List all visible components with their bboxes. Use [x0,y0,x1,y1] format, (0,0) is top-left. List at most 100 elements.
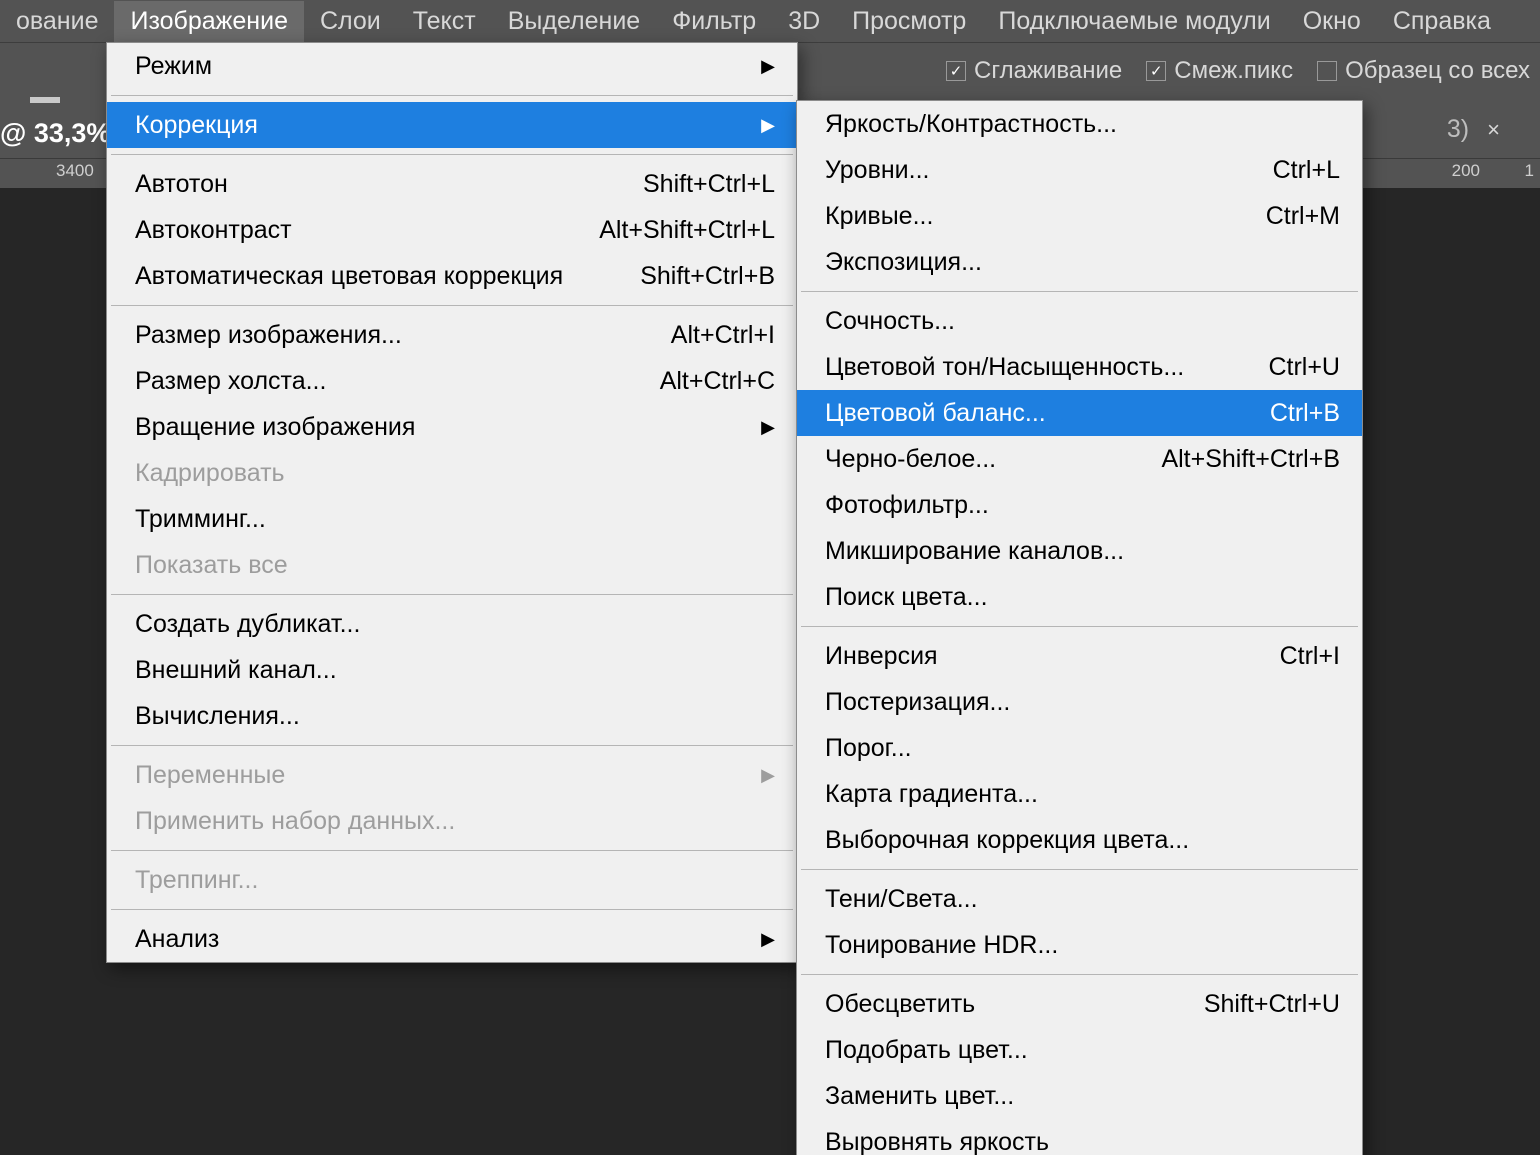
menu-item-label: Инверсия [825,642,1250,671]
menu-item[interactable]: Яркость/Контрастность... [797,101,1362,147]
menu-item[interactable]: АвтоконтрастAlt+Shift+Ctrl+L [107,207,797,253]
checkbox-antialias[interactable]: Сглаживание [946,57,1122,85]
menu-item-shortcut: Ctrl+I [1280,642,1340,671]
menu-item-3d[interactable]: 3D [772,1,836,42]
menu-item: Показать все [107,542,797,588]
menu-item[interactable]: Подобрать цвет... [797,1027,1362,1073]
menu-item-label: Экспозиция... [825,248,1340,277]
menu-item-label: Обесцветить [825,990,1174,1019]
menu-separator [801,869,1358,870]
menu-item-label: Автотон [135,170,613,199]
menu-separator [111,305,793,306]
menu-item-label: Уровни... [825,156,1243,185]
menubar: ование Изображение Слои Текст Выделение … [0,0,1540,42]
menu-item[interactable]: Инверсия Ctrl+I [797,633,1362,679]
menu-item-label: Выборочная коррекция цвета... [825,826,1340,855]
submenu-arrow-icon: ▶ [761,765,775,786]
menu-item[interactable]: Тонирование HDR... [797,922,1362,968]
menu-item[interactable]: Создать дубликат... [107,601,797,647]
menu-item-label: Цветовой баланс... [825,399,1240,428]
menu-separator [111,745,793,746]
document-tab-end: 3) [1447,115,1469,144]
menu-item-label: Заменить цвет... [825,1082,1340,1111]
menu-separator [111,154,793,155]
menu-item[interactable]: Выровнять яркость [797,1119,1362,1155]
menu-item-label: Внешний канал... [135,656,775,685]
menu-item[interactable]: Фотофильтр... [797,482,1362,528]
menu-item-view[interactable]: Просмотр [836,1,982,42]
menu-item: Переменные▶ [107,752,797,798]
menu-item[interactable]: Обесцветить Shift+Ctrl+U [797,981,1362,1027]
menu-item[interactable]: Экспозиция... [797,239,1362,285]
menu-item[interactable]: Постеризация... [797,679,1362,725]
menu-item-label: Вычисления... [135,702,775,731]
menu-item[interactable]: Коррекция▶ [107,102,797,148]
menu-item-image[interactable]: Изображение [114,1,303,42]
menu-item-filter[interactable]: Фильтр [656,1,772,42]
menu-item[interactable]: Порог... [797,725,1362,771]
menu-item-label: Постеризация... [825,688,1340,717]
menu-item-label: Сочность... [825,307,1340,336]
menu-item-label: Поиск цвета... [825,583,1340,612]
menu-item-shortcut: Shift+Ctrl+U [1204,990,1340,1019]
menu-item-shortcut: Ctrl+M [1266,202,1340,231]
menu-separator [111,850,793,851]
menu-item: Кадрировать [107,450,797,496]
menu-item-label: Цветовой тон/Насыщенность... [825,353,1238,382]
menu-item[interactable]: Выборочная коррекция цвета... [797,817,1362,863]
menu-item: Применить набор данных... [107,798,797,844]
menu-item-label: Анализ [135,925,741,954]
menu-separator [801,974,1358,975]
menu-item-label: Вращение изображения [135,413,741,442]
menu-item-label: Автоматическая цветовая коррекция [135,262,610,291]
menu-item-plugins[interactable]: Подключаемые модули [982,1,1286,42]
menu-item-label: Выровнять яркость [825,1128,1340,1155]
menu-item[interactable]: Размер изображения... Alt+Ctrl+I [107,312,797,358]
menu-item[interactable]: Анализ ▶ [107,916,797,962]
check-icon [946,61,966,81]
menu-item[interactable]: Микширование каналов... [797,528,1362,574]
menu-item[interactable]: Цветовой баланс...Ctrl+B [797,390,1362,436]
menu-separator [111,95,793,96]
menu-item[interactable]: Тени/Света... [797,876,1362,922]
menu-item[interactable]: Вращение изображения▶ [107,404,797,450]
menu-item-type[interactable]: Текст [397,1,492,42]
menu-item-label: Черно-белое... [825,445,1131,474]
menu-item[interactable]: Автоматическая цветовая коррекцияShift+C… [107,253,797,299]
menu-item[interactable]: Цветовой тон/Насыщенность... Ctrl+U [797,344,1362,390]
menu-item-shortcut: Alt+Ctrl+I [671,321,775,350]
menu-item[interactable]: Карта градиента... [797,771,1362,817]
menu-item-edit-partial[interactable]: ование [0,1,114,42]
menu-item[interactable]: Уровни...Ctrl+L [797,147,1362,193]
menu-item[interactable]: Сочность... [797,298,1362,344]
menu-item-window[interactable]: Окно [1287,1,1377,42]
menu-item-shortcut: Ctrl+U [1268,353,1340,382]
menu-item[interactable]: Тримминг... [107,496,797,542]
menu-item-label: Микширование каналов... [825,537,1340,566]
menu-item[interactable]: Вычисления... [107,693,797,739]
menu-item[interactable]: Черно-белое...Alt+Shift+Ctrl+B [797,436,1362,482]
menu-separator [801,291,1358,292]
menu-item-shortcut: Alt+Ctrl+C [660,367,775,396]
menu-item[interactable]: Размер холста...Alt+Ctrl+C [107,358,797,404]
submenu-arrow-icon: ▶ [761,115,775,136]
menu-item-label: Треппинг... [135,866,775,895]
menu-item[interactable]: Автотон Shift+Ctrl+L [107,161,797,207]
menu-item-shortcut: Shift+Ctrl+L [643,170,775,199]
submenu-arrow-icon: ▶ [761,929,775,950]
menu-item-help[interactable]: Справка [1377,1,1507,42]
menu-item-label: Тримминг... [135,505,775,534]
menu-item[interactable]: Внешний канал... [107,647,797,693]
menu-item[interactable]: Кривые...Ctrl+M [797,193,1362,239]
checkbox-sample-all[interactable]: Образец со всех [1317,57,1530,85]
menu-item[interactable]: Заменить цвет... [797,1073,1362,1119]
menu-item[interactable]: Поиск цвета... [797,574,1362,620]
menu-separator [111,594,793,595]
close-icon[interactable]: × [1487,117,1500,143]
menu-item-label: Порог... [825,734,1340,763]
menu-item-select[interactable]: Выделение [492,1,656,42]
menu-item-layers[interactable]: Слои [304,1,397,42]
menu-item[interactable]: Режим▶ [107,43,797,89]
menu-item-label: Размер изображения... [135,321,641,350]
checkbox-contiguous[interactable]: Смеж.пикс [1146,57,1293,85]
